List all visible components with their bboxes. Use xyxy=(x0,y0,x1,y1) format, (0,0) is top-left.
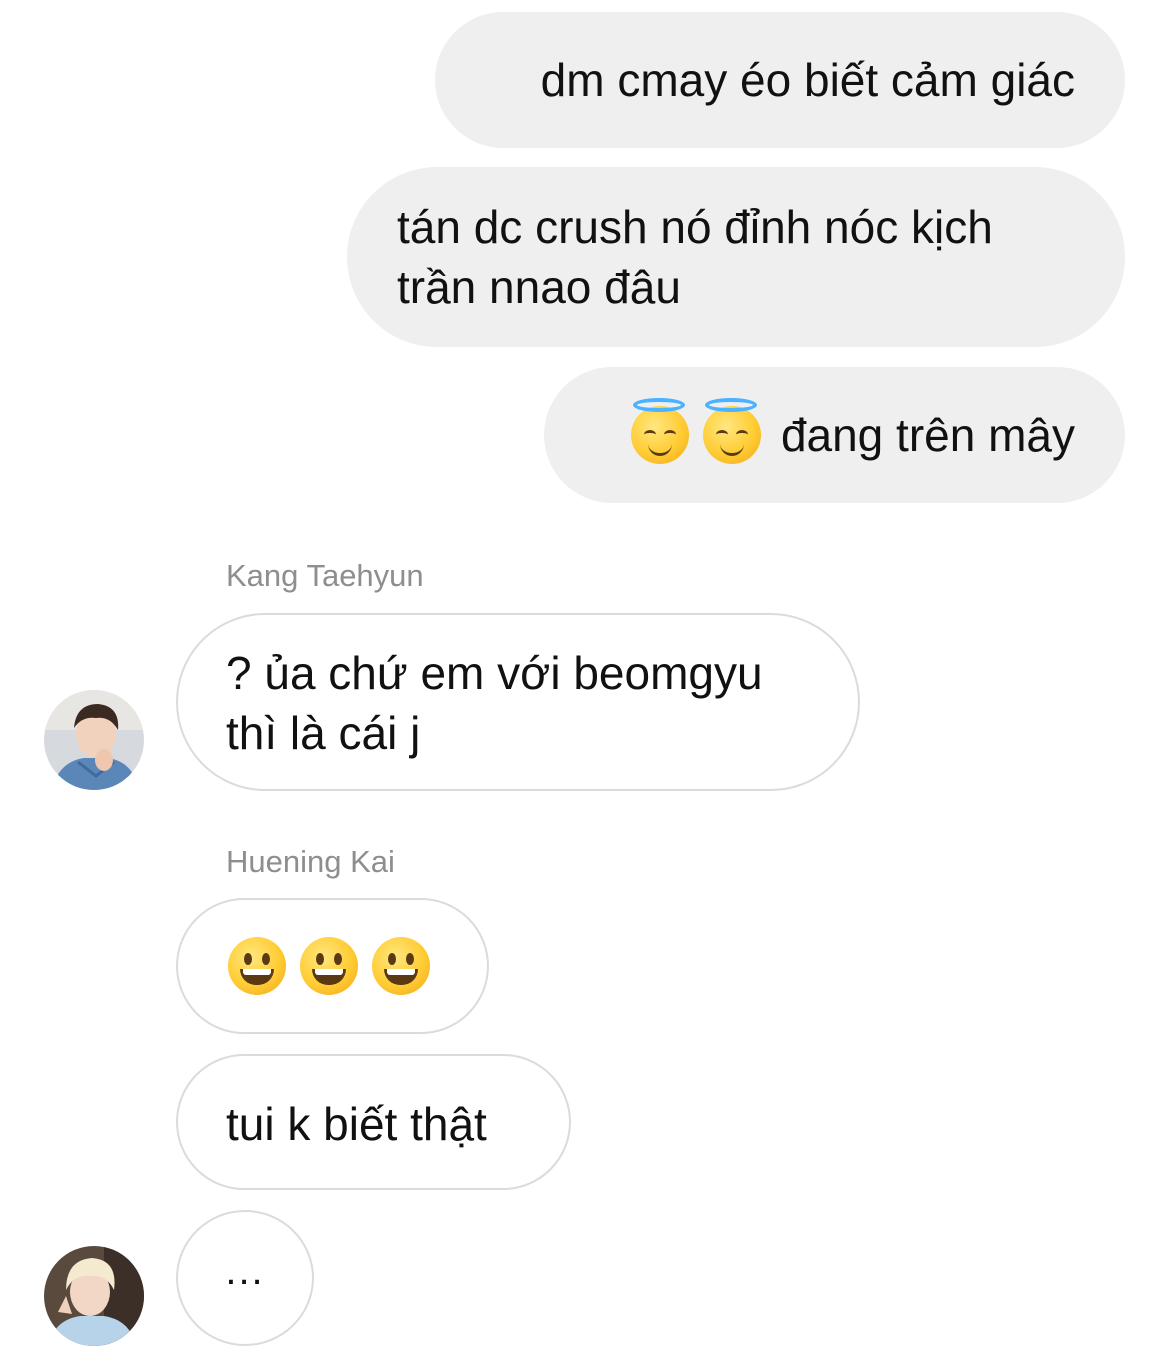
outgoing-message[interactable]: tán dc crush nó đỉnh nóc kịch trần nnao … xyxy=(347,167,1125,347)
emoji-group xyxy=(630,398,761,464)
smiling-face-with-halo-icon xyxy=(630,398,689,464)
message-text: dm cmay éo biết cảm giác xyxy=(540,54,1075,106)
grinning-face-icon xyxy=(372,937,430,995)
emoji-group xyxy=(228,937,430,995)
avatar[interactable] xyxy=(44,1246,144,1346)
message-text-line: trần nnao đâu xyxy=(397,261,681,313)
avatar[interactable] xyxy=(44,690,144,790)
smiling-face-with-halo-icon xyxy=(702,398,761,464)
outgoing-message[interactable]: dm cmay éo biết cảm giác xyxy=(435,12,1125,148)
typing-dots: ... xyxy=(225,1249,265,1293)
typing-indicator: ... xyxy=(176,1210,314,1346)
grinning-face-icon xyxy=(300,937,358,995)
message-text-line: tán dc crush nó đỉnh nóc kịch xyxy=(397,201,993,253)
avatar-photo xyxy=(44,690,144,790)
grinning-face-icon xyxy=(228,937,286,995)
avatar-photo xyxy=(44,1246,144,1346)
message-text-line: thì là cái j xyxy=(226,707,421,759)
incoming-message[interactable]: tui k biết thật xyxy=(176,1054,571,1190)
message-text-line: ? ủa chứ em với beomgyu xyxy=(226,647,763,699)
sender-name: Kang Taehyun xyxy=(226,558,424,593)
incoming-message[interactable]: ? ủa chứ em với beomgyu thì là cái j xyxy=(176,613,860,791)
message-text: đang trên mây xyxy=(780,409,1075,461)
incoming-message[interactable] xyxy=(176,898,489,1034)
sender-name: Huening Kai xyxy=(226,844,395,879)
message-text: tui k biết thật xyxy=(226,1098,487,1150)
outgoing-message[interactable]: đang trên mây xyxy=(544,367,1125,503)
